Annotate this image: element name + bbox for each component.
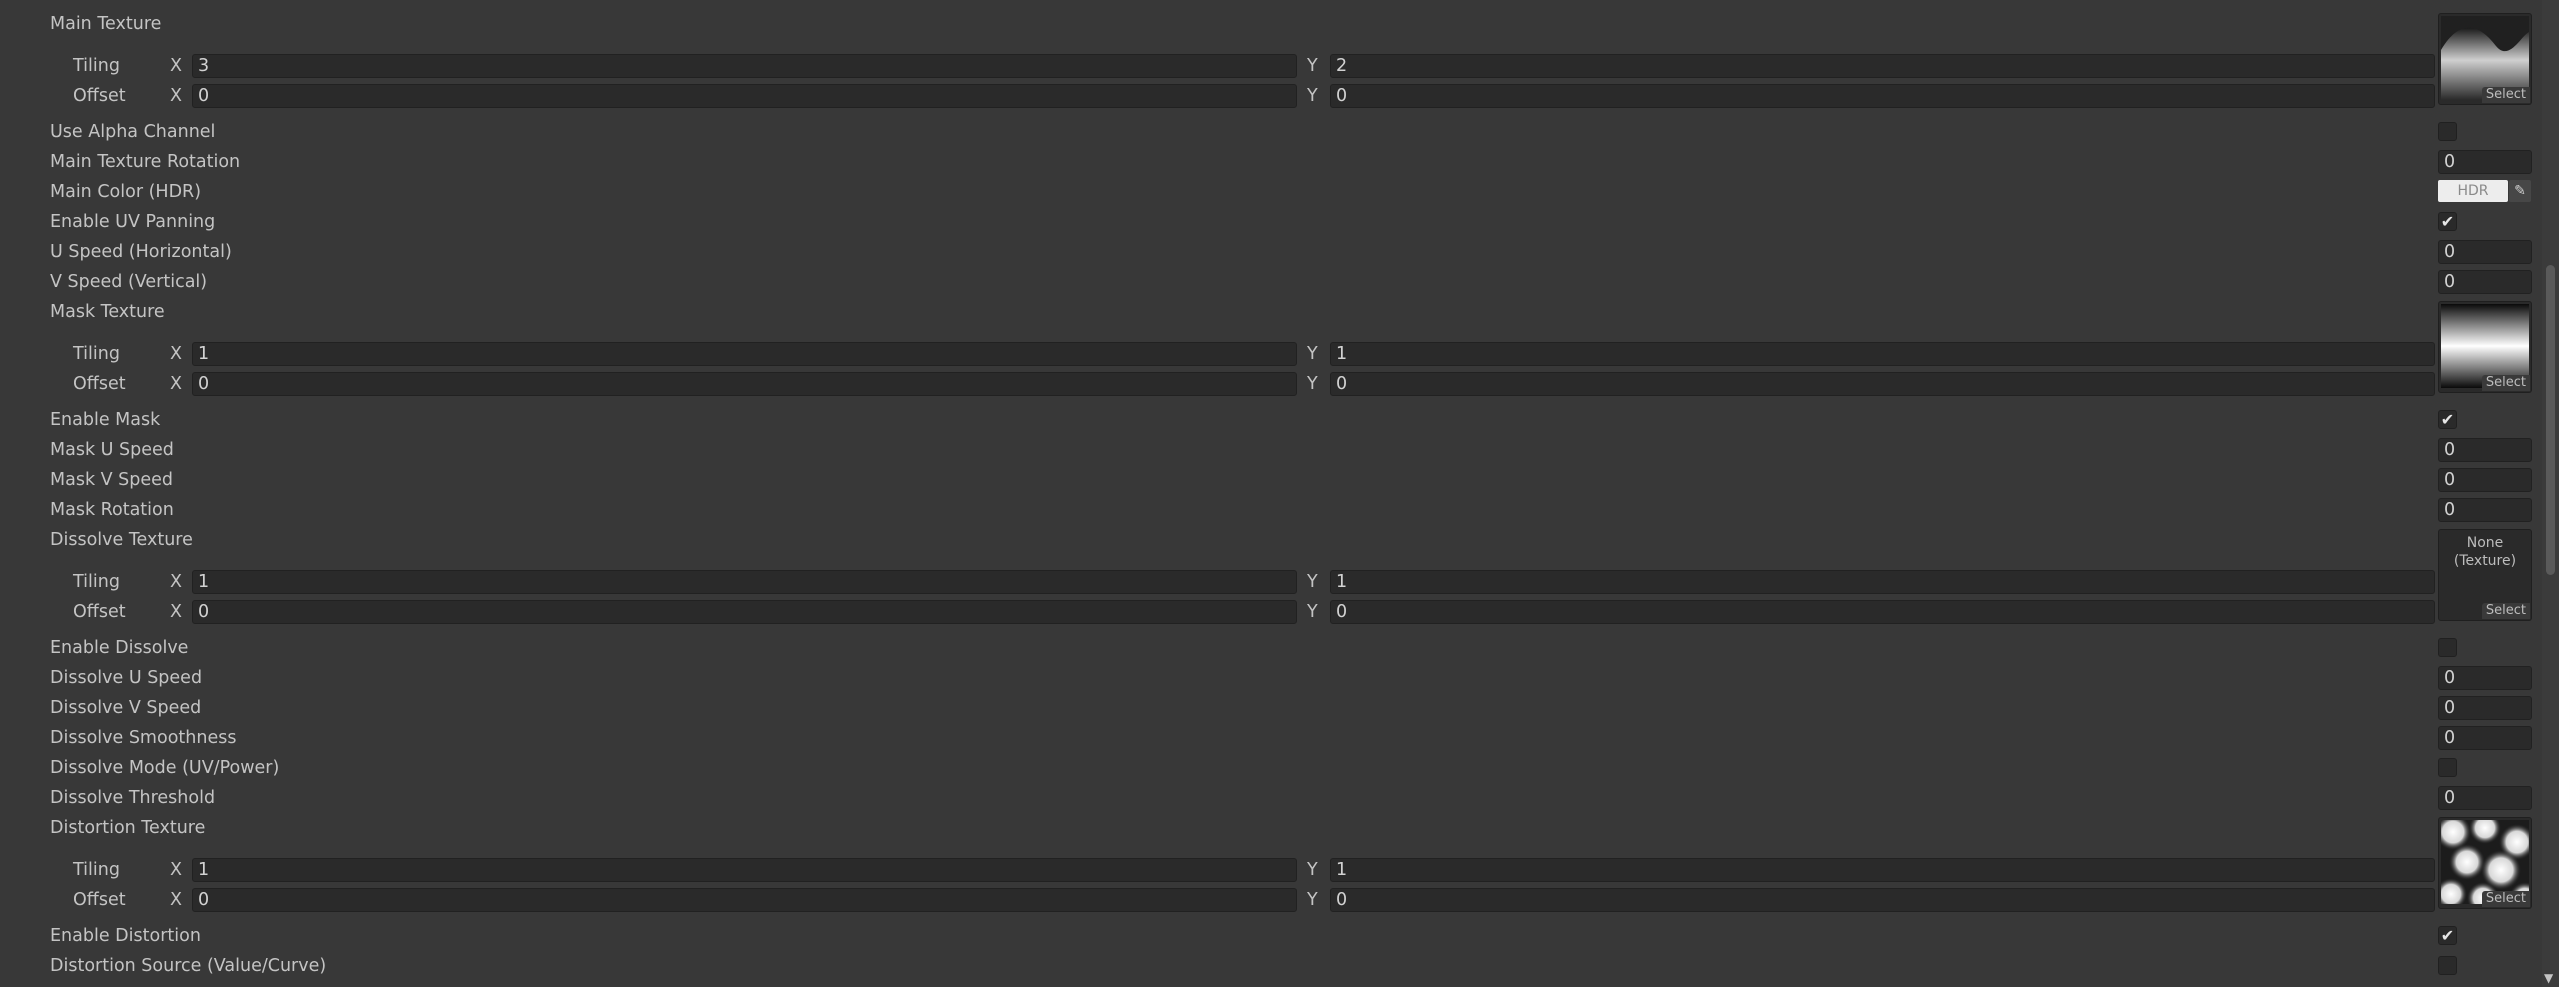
enable-dissolve-label: Enable Dissolve (50, 638, 189, 658)
mask-texture-label: Mask Texture (50, 302, 165, 322)
main-offset-x-axis: X (170, 86, 182, 106)
enable-distortion-label: Enable Distortion (50, 926, 201, 946)
dissolve-mode-label: Dissolve Mode (UV/Power) (50, 758, 280, 778)
main-offset-y-field[interactable]: 0 (1330, 84, 2435, 108)
distortion-texture-slot[interactable]: Select (2438, 817, 2532, 909)
mask-tiling-y-field[interactable]: 1 (1330, 342, 2435, 366)
dissolve-texture-none-label: None (Texture) (2453, 535, 2517, 569)
main-texture-select-button[interactable]: Select (2481, 87, 2530, 103)
distortion-tiling-label: Tiling (73, 860, 120, 880)
mask-tiling-label: Tiling (73, 344, 120, 364)
distortion-offset-label: Offset (73, 890, 126, 910)
mask-rotation-label: Mask Rotation (50, 500, 174, 520)
enable-distortion-checkbox[interactable]: ✔ (2438, 926, 2457, 945)
dissolve-texture-select-button[interactable]: Select (2481, 603, 2530, 619)
scrollbar-thumb[interactable] (2546, 265, 2555, 575)
dissolve-mode-checkbox[interactable] (2438, 758, 2457, 777)
distortion-offset-x-field[interactable]: 0 (192, 888, 1297, 912)
use-alpha-channel-checkbox[interactable] (2438, 122, 2457, 141)
main-tiling-x-axis: X (170, 56, 182, 76)
main-texture-rotation-label: Main Texture Rotation (50, 152, 241, 172)
material-inspector: Main Texture Tiling X 3 Y 2 Offset X 0 Y… (0, 0, 2559, 987)
dissolve-offset-label: Offset (73, 602, 126, 622)
mask-texture-slot[interactable]: Select (2438, 301, 2532, 393)
main-offset-label: Offset (73, 86, 126, 106)
dissolve-u-speed-field[interactable]: 0 (2438, 666, 2532, 690)
distortion-offset-y-field[interactable]: 0 (1330, 888, 2435, 912)
dissolve-tiling-y-field[interactable]: 1 (1330, 570, 2435, 594)
mask-offset-x-field[interactable]: 0 (192, 372, 1297, 396)
dissolve-tiling-x-axis: X (170, 572, 182, 592)
u-speed-label: U Speed (Horizontal) (50, 242, 232, 262)
main-color-swatch[interactable]: HDR (2438, 180, 2508, 202)
main-tiling-y-field[interactable]: 2 (1330, 54, 2435, 78)
dissolve-u-speed-label: Dissolve U Speed (50, 668, 203, 688)
main-offset-y-axis: Y (1307, 86, 1318, 106)
mask-tiling-y-axis: Y (1307, 344, 1318, 364)
v-speed-label: V Speed (Vertical) (50, 272, 208, 292)
mask-offset-label: Offset (73, 374, 126, 394)
enable-dissolve-checkbox[interactable] (2438, 638, 2457, 657)
dissolve-offset-x-field[interactable]: 0 (192, 600, 1297, 624)
v-speed-field[interactable]: 0 (2438, 270, 2532, 294)
dissolve-smoothness-field[interactable]: 0 (2438, 726, 2532, 750)
enable-mask-checkbox[interactable]: ✔ (2438, 410, 2457, 429)
mask-tiling-x-axis: X (170, 344, 182, 364)
enable-uv-panning-label: Enable UV Panning (50, 212, 216, 232)
dissolve-threshold-label: Dissolve Threshold (50, 788, 216, 808)
dissolve-smoothness-label: Dissolve Smoothness (50, 728, 237, 748)
distortion-texture-select-button[interactable]: Select (2481, 891, 2530, 907)
eyedropper-icon[interactable]: ✎ (2509, 180, 2531, 202)
main-texture-rotation-field[interactable]: 0 (2438, 150, 2532, 174)
u-speed-field[interactable]: 0 (2438, 240, 2532, 264)
main-tiling-label: Tiling (73, 56, 120, 76)
mask-rotation-field[interactable]: 0 (2438, 498, 2532, 522)
dissolve-offset-y-axis: Y (1307, 602, 1318, 622)
main-texture-slot[interactable]: Select (2438, 13, 2532, 105)
mask-texture-select-button[interactable]: Select (2481, 375, 2530, 391)
distortion-offset-x-axis: X (170, 890, 182, 910)
mask-u-speed-label: Mask U Speed (50, 440, 174, 460)
distortion-source-label: Distortion Source (Value/Curve) (50, 956, 327, 976)
distortion-tiling-y-axis: Y (1307, 860, 1318, 880)
main-tiling-x-field[interactable]: 3 (192, 54, 1297, 78)
dissolve-threshold-field[interactable]: 0 (2438, 786, 2532, 810)
dissolve-texture-label: Dissolve Texture (50, 530, 193, 550)
dissolve-v-speed-field[interactable]: 0 (2438, 696, 2532, 720)
dissolve-offset-x-axis: X (170, 602, 182, 622)
vertical-scrollbar[interactable]: ▼ (2542, 0, 2559, 987)
mask-v-speed-field[interactable]: 0 (2438, 468, 2532, 492)
distortion-tiling-x-axis: X (170, 860, 182, 880)
dissolve-tiling-y-axis: Y (1307, 572, 1318, 592)
mask-offset-y-field[interactable]: 0 (1330, 372, 2435, 396)
enable-uv-panning-checkbox[interactable]: ✔ (2438, 212, 2457, 231)
distortion-tiling-y-field[interactable]: 1 (1330, 858, 2435, 882)
main-texture-label: Main Texture (50, 14, 162, 34)
mask-u-speed-field[interactable]: 0 (2438, 438, 2532, 462)
dissolve-texture-slot[interactable]: None (Texture) Select (2438, 529, 2532, 621)
mask-offset-x-axis: X (170, 374, 182, 394)
main-color-label: Main Color (HDR) (50, 182, 202, 202)
distortion-source-checkbox[interactable] (2438, 956, 2457, 975)
main-tiling-y-axis: Y (1307, 56, 1318, 76)
dissolve-v-speed-label: Dissolve V Speed (50, 698, 202, 718)
distortion-tiling-x-field[interactable]: 1 (192, 858, 1297, 882)
use-alpha-channel-label: Use Alpha Channel (50, 122, 216, 142)
enable-mask-label: Enable Mask (50, 410, 161, 430)
scroll-down-icon[interactable]: ▼ (2544, 971, 2553, 985)
dissolve-offset-y-field[interactable]: 0 (1330, 600, 2435, 624)
distortion-offset-y-axis: Y (1307, 890, 1318, 910)
distortion-texture-label: Distortion Texture (50, 818, 206, 838)
mask-offset-y-axis: Y (1307, 374, 1318, 394)
mask-tiling-x-field[interactable]: 1 (192, 342, 1297, 366)
dissolve-tiling-label: Tiling (73, 572, 120, 592)
dissolve-tiling-x-field[interactable]: 1 (192, 570, 1297, 594)
main-offset-x-field[interactable]: 0 (192, 84, 1297, 108)
mask-v-speed-label: Mask V Speed (50, 470, 174, 490)
